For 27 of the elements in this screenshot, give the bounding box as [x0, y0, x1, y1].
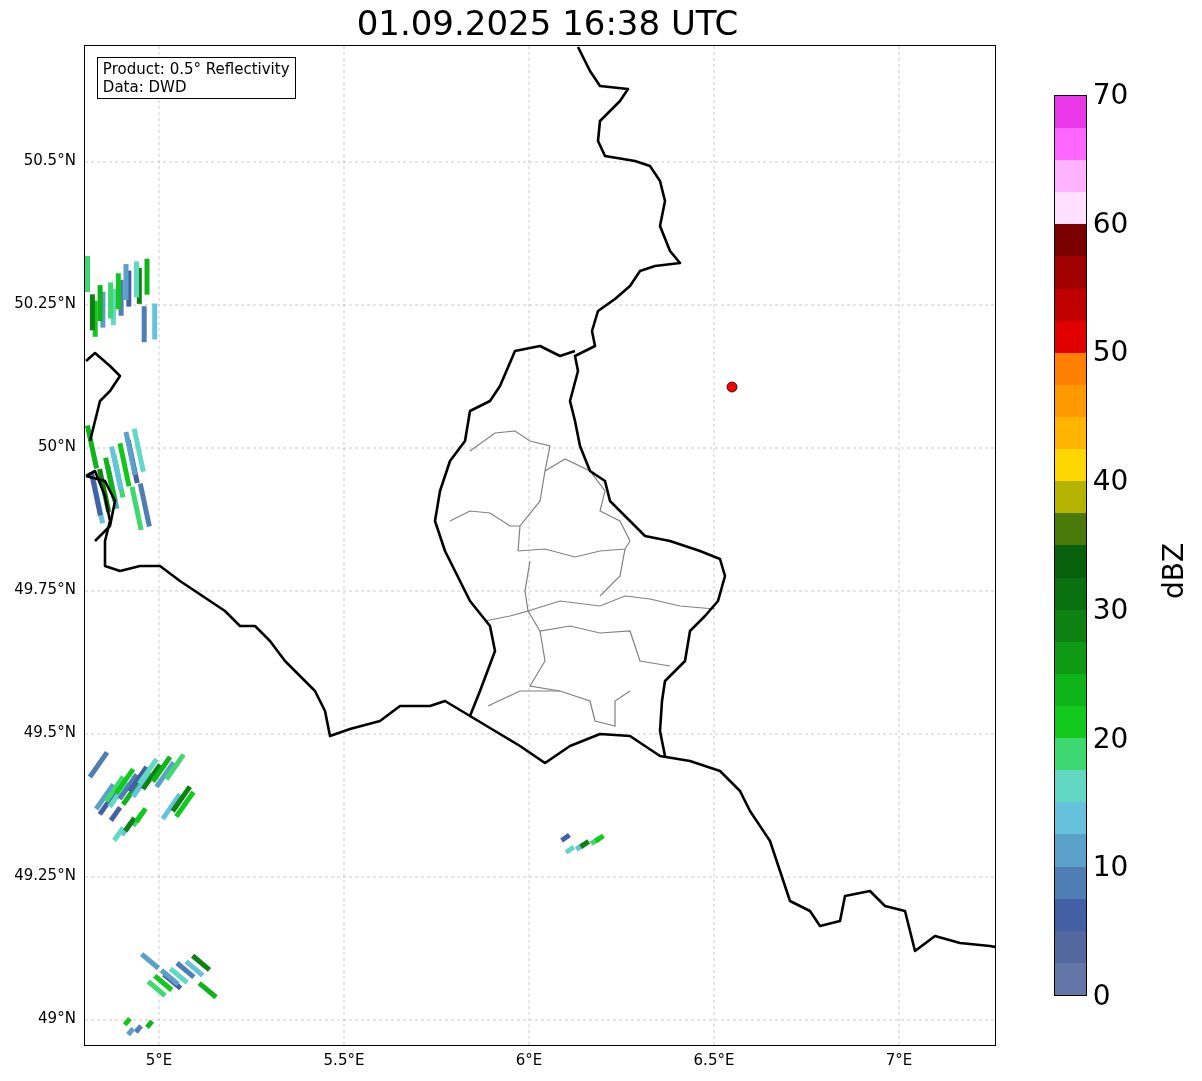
latitude-label: 50.25°N: [14, 296, 76, 311]
colorbar-tick-label: 0: [1092, 982, 1111, 1010]
longitude-label: 6°E: [515, 1053, 543, 1068]
legend-text: Product: 0.5° Reflectivity: [102, 60, 290, 78]
colorbar-tick-label: 30: [1092, 595, 1129, 624]
colorbar-tick-label: 60: [1092, 209, 1129, 238]
longitude-label: 7°E: [885, 1053, 913, 1068]
colorbar-tick-label: 10: [1092, 853, 1129, 882]
chart-title: 01.09.2025 16:38 UTC: [356, 5, 739, 40]
latitude-label: 49.25°N: [14, 868, 76, 883]
longitude-label: 5.5°E: [323, 1053, 365, 1068]
latitude-label: 49°N: [38, 1011, 76, 1026]
radar-echo-drawing: [122, 1017, 154, 1037]
longitude-label: 6.5°E: [693, 1053, 735, 1068]
latitude-label: 49.5°N: [23, 725, 76, 740]
colorbar-tick-label: 70: [1092, 81, 1129, 109]
colorbar-tick-label: 40: [1092, 467, 1129, 496]
latitude-label: 49.75°N: [14, 582, 76, 597]
latitude-label: 50°N: [38, 439, 76, 454]
radar-echo-drawing: [560, 833, 605, 855]
longitude-label: 5°E: [145, 1053, 173, 1068]
location-marker: [726, 381, 738, 393]
latitude-label: 50.5°N: [23, 153, 76, 168]
colorbar-label: dBZ: [1159, 542, 1188, 599]
colorbar-tick-label: 50: [1092, 338, 1129, 367]
legend-text: Data: DWD: [102, 78, 188, 96]
colorbar-tick-label: 20: [1092, 724, 1129, 753]
